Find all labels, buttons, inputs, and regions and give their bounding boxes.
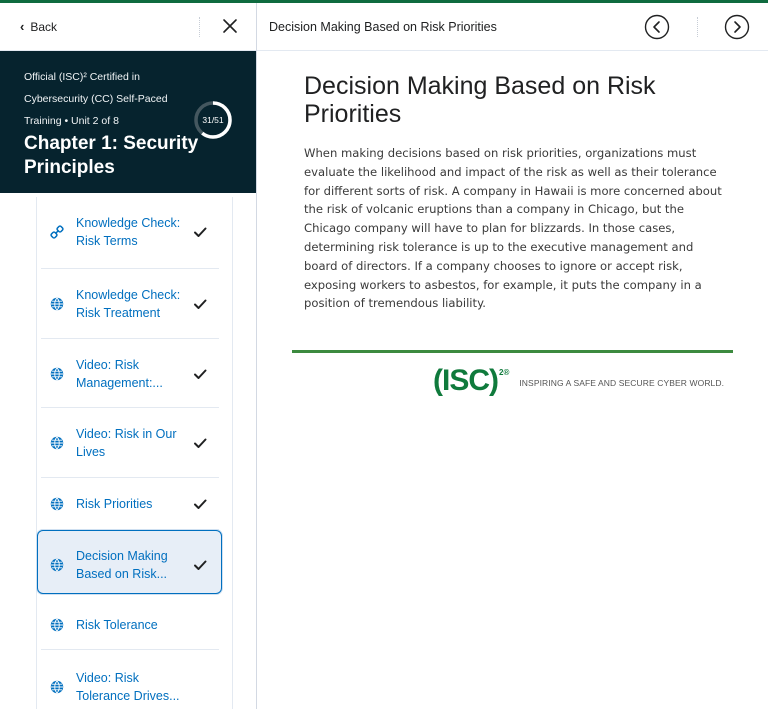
logo-superscript: 2® [499,368,510,377]
toc-item-label: Video: Risk Management:... [76,357,163,390]
close-icon [223,19,237,33]
checkmark-icon [193,297,207,311]
sidebar: ‹ Back Official (ISC)² Certified in Cybe… [0,3,257,709]
toc-item-label: Video: Risk in Our Lives [76,427,177,459]
toc-item-label: Video: Risk Tolerance Drives... [76,671,180,703]
globe-icon [50,680,64,694]
toc-item[interactable]: Decision Making Based on Risk... [37,530,233,600]
progress-ring: 31/51 [193,100,233,140]
topic-content: Decision Making Based on Risk Priorities… [304,72,724,313]
chapter-title: Chapter 1: Security Principles [24,133,199,178]
toc-item[interactable]: Knowledge Check: Risk Terms [37,195,233,269]
toc-item-label: Risk Priorities [76,497,153,511]
globe-icon [50,497,64,511]
toc-item-label: Knowledge Check: Risk Terms [76,216,181,248]
toc-item[interactable]: Video: Risk Tolerance Drives... [37,650,233,709]
toc-item[interactable]: Knowledge Check: Risk Treatment [37,269,233,339]
toc-item[interactable]: Video: Risk Management:... [37,339,233,408]
next-topic-button[interactable] [724,14,750,40]
logo-tagline: INSPIRING A SAFE AND SECURE CYBER WORLD. [519,378,725,388]
topic-heading: Decision Making Based on Risk Priorities [304,72,656,128]
topic-body: When making decisions based on risk prio… [304,146,722,311]
toc-item-label: Decision Making Based on Risk... [76,549,168,581]
chevron-left-circle-icon [644,14,670,40]
chevron-left-icon: ‹ [20,19,25,34]
toc-item[interactable]: Video: Risk in Our Lives [37,408,233,478]
globe-icon [50,558,64,572]
link-icon [50,225,64,239]
logo-text: (ISC) [433,364,499,397]
sidebar-topbar: ‹ Back [0,3,256,51]
toc-item[interactable]: Risk Tolerance [37,600,233,650]
topic-title: Decision Making Based on Risk Priorities [269,19,497,34]
divider [199,17,200,37]
checkmark-icon [193,436,207,450]
toc-item[interactable]: Risk Priorities [37,478,233,530]
chevron-right-circle-icon [724,14,750,40]
divider [697,17,698,37]
topic-list: Knowledge Check: Risk Terms Knowledge Che… [36,197,233,709]
previous-topic-button[interactable] [644,14,670,40]
toc-item-label: Knowledge Check: Risk Treatment [76,288,181,320]
back-label: Back [30,19,58,34]
isc2-logo: (ISC) 2® INSPIRING A SAFE AND SECURE CYB… [433,364,724,398]
back-button[interactable]: ‹ Back [20,20,57,34]
footer-divider [292,350,733,353]
checkmark-icon [193,497,207,511]
globe-icon [50,297,64,311]
toc-item-label: Risk Tolerance [76,618,158,632]
globe-icon [50,367,64,381]
course-title: Official (ISC)² Certified in Cybersecuri… [24,71,168,105]
checkmark-icon [193,367,207,381]
content-topbar: Decision Making Based on Risk Priorities [257,3,768,51]
globe-icon [50,436,64,450]
checkmark-icon [193,558,207,572]
progress-label: 31/51 [202,115,224,125]
close-button[interactable] [219,15,241,37]
isc2-logo-mark: (ISC) 2® [433,364,509,398]
checkmark-icon [193,225,207,239]
globe-icon [50,618,64,632]
course-header: Official (ISC)² Certified in Cybersecuri… [0,51,256,193]
